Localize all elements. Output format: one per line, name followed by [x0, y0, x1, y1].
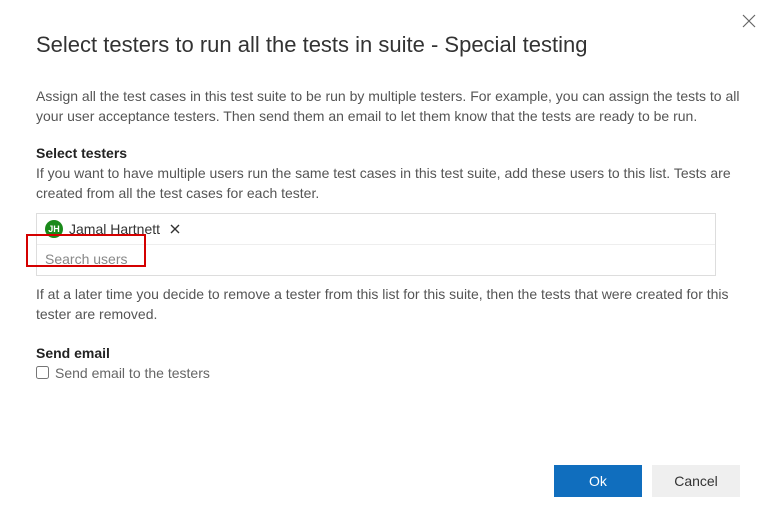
tester-chip-name: Jamal Hartnett [69, 221, 160, 237]
close-icon [742, 14, 756, 28]
close-icon [170, 224, 180, 234]
avatar: JH [45, 220, 63, 238]
remove-tester-button[interactable] [166, 222, 184, 237]
assign-testers-dialog: Select testers to run all the tests in s… [0, 0, 776, 517]
remove-tester-note: If at a later time you decide to remove … [36, 284, 740, 325]
search-row [37, 245, 715, 275]
dialog-footer: Ok Cancel [36, 445, 740, 497]
select-testers-heading: Select testers [36, 145, 740, 161]
close-button[interactable] [742, 14, 760, 32]
cancel-button[interactable]: Cancel [652, 465, 740, 497]
dialog-title: Select testers to run all the tests in s… [36, 32, 740, 58]
send-email-checkbox[interactable] [36, 366, 49, 379]
ok-button[interactable]: Ok [554, 465, 642, 497]
select-testers-help: If you want to have multiple users run t… [36, 163, 740, 204]
selected-testers-row: JH Jamal Hartnett [37, 214, 715, 245]
search-users-input[interactable] [45, 251, 707, 267]
send-email-label[interactable]: Send email to the testers [55, 365, 210, 381]
tester-picker: JH Jamal Hartnett [36, 213, 716, 276]
dialog-intro: Assign all the test cases in this test s… [36, 86, 740, 127]
send-email-heading: Send email [36, 345, 740, 361]
